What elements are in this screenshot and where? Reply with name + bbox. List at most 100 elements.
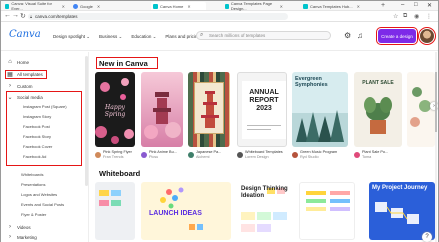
browser-tab-3[interactable]: Canva Home ✕ bbox=[151, 2, 206, 10]
sidebar-item-home[interactable]: ⌂ Home bbox=[7, 58, 29, 66]
card-meta: Japanese Pa... Alchemi bbox=[188, 150, 221, 159]
sidebar-subitem[interactable]: Whiteboards bbox=[21, 172, 43, 177]
card-by: Alchemi bbox=[196, 154, 210, 159]
nav-business[interactable]: Business ⌄ bbox=[99, 34, 122, 40]
back-arrow-icon[interactable]: ← bbox=[4, 12, 11, 19]
card-author[interactable]: Plant Sale Po... bbox=[362, 150, 388, 155]
profile-icon[interactable]: ◉ bbox=[414, 13, 419, 20]
forward-arrow-icon[interactable]: → bbox=[12, 12, 19, 19]
nav-education[interactable]: Education ⌄ bbox=[131, 34, 156, 40]
wb-card-title: LAUNCH IDEAS bbox=[149, 210, 202, 217]
card-author[interactable]: Green Music Program bbox=[300, 150, 337, 155]
card-title: ANNUAL REPORT 2023 bbox=[249, 89, 279, 112]
canva-favicon-icon bbox=[153, 3, 158, 9]
extensions-icon[interactable]: ⧉ bbox=[403, 13, 407, 20]
card-title: Happy Spring bbox=[104, 104, 126, 118]
template-card[interactable]: Happy Spring bbox=[95, 72, 135, 147]
sidebar-item-label: Videos bbox=[17, 224, 31, 230]
close-window-icon[interactable]: ✕ bbox=[427, 2, 432, 9]
whiteboard-card[interactable] bbox=[299, 182, 355, 240]
sidebar: ⌂ Home ▦ All templates › Custom ⌄ Social… bbox=[1, 52, 89, 242]
sidebar-scrollbar[interactable] bbox=[85, 56, 88, 186]
sidebar-subitem[interactable]: Facebook Post bbox=[23, 124, 50, 129]
card-author[interactable]: Japanese Pa... bbox=[196, 150, 221, 155]
card-author[interactable]: Whiteboard Templates bbox=[245, 150, 283, 155]
tab-label: Canva Templates Page Design... bbox=[230, 1, 273, 11]
report-page: ANNUAL REPORT 2023 bbox=[242, 81, 286, 139]
avatar bbox=[354, 151, 360, 158]
sidebar-subitem[interactable]: Instagram Story bbox=[23, 114, 51, 119]
card-title: PLANT SALE bbox=[362, 80, 394, 86]
close-tab-icon[interactable]: ✕ bbox=[62, 4, 65, 9]
avatar bbox=[141, 151, 147, 158]
canva-logo[interactable]: Canva bbox=[9, 29, 41, 40]
canva-favicon-icon bbox=[303, 3, 308, 9]
bell-icon[interactable]: ♫ bbox=[357, 31, 363, 40]
sidebar-item-marketing[interactable]: › Marketing bbox=[7, 233, 37, 241]
wb-card-title: Design Thinking Ideation bbox=[241, 186, 288, 199]
whiteboard-card[interactable]: LAUNCH IDEAS bbox=[141, 182, 231, 240]
template-card[interactable]: ANNUAL REPORT 2023 bbox=[237, 72, 287, 147]
template-card[interactable] bbox=[188, 72, 230, 147]
template-card[interactable]: PLANT SALE bbox=[354, 72, 402, 147]
menu-dots-icon[interactable]: ⋮ bbox=[426, 13, 432, 20]
help-button[interactable]: ? bbox=[422, 232, 432, 242]
search-input[interactable]: ⌕ Search millions of templates bbox=[196, 31, 331, 40]
minimize-icon[interactable]: – bbox=[401, 2, 404, 8]
scrollbar-thumb[interactable] bbox=[435, 72, 437, 132]
template-card[interactable] bbox=[407, 72, 435, 147]
close-tab-icon[interactable]: ✕ bbox=[357, 4, 360, 9]
main-content: New in Canva Happy Spring ANNUAL REPORT … bbox=[89, 52, 438, 242]
close-tab-icon[interactable]: ✕ bbox=[280, 4, 283, 9]
sidebar-item-custom[interactable]: › Custom bbox=[7, 82, 33, 90]
chevron-right-icon: › bbox=[9, 224, 11, 230]
anime-pagoda-image bbox=[144, 92, 181, 139]
sidebar-subitem[interactable]: Logos and Websites bbox=[21, 192, 57, 197]
new-tab-icon[interactable]: + bbox=[381, 2, 385, 9]
url-field[interactable]: 🔒︎ canva.com/templates bbox=[28, 13, 288, 20]
template-card[interactable]: Evergreen Symphonies bbox=[292, 72, 348, 147]
browser-tab-2[interactable]: Google ✕ bbox=[71, 2, 121, 10]
sidebar-subitem[interactable]: Events and Social Posts bbox=[21, 202, 64, 207]
avatar[interactable] bbox=[418, 27, 436, 45]
reload-icon[interactable]: ↻ bbox=[20, 12, 26, 20]
canva-favicon-icon bbox=[225, 3, 229, 9]
url-text: canva.com/templates bbox=[35, 14, 78, 19]
star-icon[interactable]: ☆ bbox=[393, 13, 398, 20]
chevron-down-icon: ⌄ bbox=[7, 94, 13, 101]
close-tab-icon[interactable]: ✕ bbox=[187, 4, 190, 9]
chevron-right-icon: › bbox=[9, 234, 11, 240]
sidebar-item-videos[interactable]: › Videos bbox=[7, 223, 31, 231]
browser-tab-5[interactable]: Canva Templates Hub... ✕ bbox=[301, 2, 373, 10]
sidebar-subitem[interactable]: Instagram Post (Square) bbox=[23, 104, 67, 109]
sidebar-subitem[interactable]: Presentations bbox=[21, 182, 45, 187]
browser-address-bar: ← → ↻ 🔒︎ canva.com/templates ☆ ⧉ ◉ ⋮ bbox=[1, 11, 438, 22]
card-author[interactable]: Pink Anime Bu... bbox=[149, 150, 177, 155]
browser-tab-4[interactable]: Canva Templates Page Design... ✕ bbox=[223, 1, 285, 11]
sidebar-subitem[interactable]: Flyer & Poster bbox=[21, 212, 46, 217]
sidebar-subitem[interactable]: Facebook Cover bbox=[23, 144, 52, 149]
maximize-icon[interactable]: □ bbox=[414, 2, 418, 8]
sidebar-item-label: Custom bbox=[17, 83, 33, 89]
card-meta: Green Music Program Ryd Studio bbox=[292, 150, 337, 159]
settings-icon[interactable]: ⚙ bbox=[344, 31, 351, 40]
section-title-new: New in Canva bbox=[99, 59, 148, 68]
browser-tab-1[interactable]: Canva: Visual Suite for Ever... ✕ bbox=[3, 1, 67, 11]
sidebar-item-label: All templates bbox=[17, 71, 43, 77]
whiteboard-card[interactable] bbox=[95, 182, 135, 240]
whiteboard-card[interactable]: Design Thinking Ideation bbox=[237, 182, 293, 240]
card-meta: Pink Spring Flyer Fran Trends bbox=[95, 150, 132, 159]
sidebar-subitem[interactable]: Facebook Ad bbox=[23, 154, 46, 159]
search-placeholder: Search millions of templates bbox=[209, 33, 266, 38]
main-scrollbar[interactable] bbox=[435, 52, 437, 242]
canva-favicon-icon bbox=[5, 3, 10, 9]
sidebar-item-all-templates[interactable]: ▦ All templates bbox=[7, 70, 43, 78]
create-design-button[interactable]: Create a design bbox=[376, 27, 418, 45]
card-author[interactable]: Pink Spring Flyer bbox=[103, 150, 132, 155]
nav-design-spotlight[interactable]: Design spotlight ⌄ bbox=[53, 34, 90, 40]
template-card[interactable] bbox=[141, 72, 183, 147]
sidebar-item-social-media[interactable]: ⌄ Social media bbox=[7, 93, 42, 101]
close-tab-icon[interactable]: ✕ bbox=[97, 4, 100, 9]
card-meta: Whiteboard Templates Lorem Design bbox=[237, 150, 283, 159]
sidebar-subitem[interactable]: Facebook Story bbox=[23, 134, 51, 139]
